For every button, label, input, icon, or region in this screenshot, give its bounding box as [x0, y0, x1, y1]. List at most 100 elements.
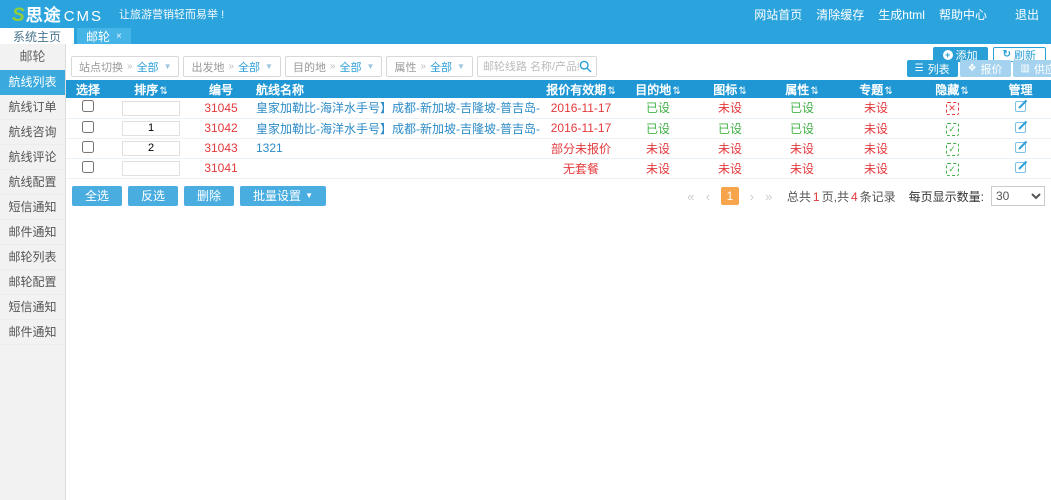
search-input[interactable]: [483, 61, 579, 73]
route-name-link[interactable]: 1321: [256, 141, 283, 155]
edit-icon[interactable]: [1014, 120, 1028, 134]
delete-button[interactable]: 删除: [184, 186, 234, 206]
cube-icon: ❖: [968, 63, 977, 74]
select-all-button[interactable]: 全选: [72, 186, 122, 206]
filter-value: 全部: [238, 59, 260, 75]
destination-filter[interactable]: 目的地 » 全部 ▼: [285, 56, 382, 77]
sidebar-item-route-orders[interactable]: 航线订单: [0, 95, 65, 120]
sort-arrows-icon[interactable]: ⇅: [884, 86, 892, 97]
route-name-link[interactable]: 皇家加勒比-海洋水手号】成都-新加坡-吉隆坡-普吉岛-新加坡-成都 5晚6日游: [256, 101, 540, 115]
site-switch-filter[interactable]: 站点切换 » 全部 ▼: [71, 56, 179, 77]
col-icon[interactable]: 图标⇅: [694, 80, 766, 98]
per-page-select[interactable]: 30: [991, 186, 1045, 206]
plus-circle-icon: +: [943, 50, 953, 60]
route-name-link[interactable]: 皇家加勒比-海洋水手号】成都-新加坡-吉隆坡-普吉岛-新加坡-成都 5晚6日游: [256, 122, 540, 136]
view-quote-button[interactable]: ❖ 报价: [960, 60, 1011, 77]
sort-input[interactable]: [122, 141, 180, 156]
route-table: 选择 排序⇅ 编号 航线名称 报价有效期⇅ 目的地⇅ 图标⇅ 属性⇅ 专题⇅ 隐…: [66, 80, 1051, 179]
view-supplier-button[interactable]: ▥ 供应商: [1013, 60, 1051, 77]
search-box: [477, 56, 597, 77]
departure-filter[interactable]: 出发地 » 全部 ▼: [183, 56, 280, 77]
hidden-toggle[interactable]: ✕: [946, 102, 959, 115]
last-page-icon[interactable]: »: [762, 189, 776, 204]
tab-system-home[interactable]: 系统主页: [0, 28, 74, 44]
sort-input[interactable]: [122, 161, 180, 176]
filter-value: 全部: [430, 59, 452, 75]
icon-cell: 未设: [694, 158, 766, 178]
edit-icon[interactable]: [1014, 99, 1028, 113]
sidebar-item-route-comments[interactable]: 航线评论: [0, 145, 65, 170]
table-row: 31045 皇家加勒比-海洋水手号】成都-新加坡-吉隆坡-普吉岛-新加坡-成都 …: [66, 98, 1051, 118]
row-checkbox[interactable]: [82, 121, 94, 133]
sidebar-item-email-notify[interactable]: 邮件通知: [0, 220, 65, 245]
sidebar-item-route-config[interactable]: 航线配置: [0, 170, 65, 195]
validity-cell: 部分未报价: [540, 138, 622, 158]
sidebar: 邮轮 航线列表 航线订单 航线咨询 航线评论 航线配置 短信通知 邮件通知 邮轮…: [0, 44, 66, 500]
col-hidden[interactable]: 隐藏⇅: [914, 80, 990, 98]
view-list-button[interactable]: ☰ 列表: [907, 60, 958, 77]
row-checkbox[interactable]: [82, 100, 94, 112]
sidebar-item-cruise-config[interactable]: 邮轮配置: [0, 270, 65, 295]
col-destination[interactable]: 目的地⇅: [622, 80, 694, 98]
top-link-logout[interactable]: 退出: [1015, 6, 1039, 23]
hidden-toggle[interactable]: ✓: [946, 163, 959, 176]
col-validity[interactable]: 报价有效期⇅: [540, 80, 622, 98]
col-attribute[interactable]: 属性⇅: [766, 80, 838, 98]
sidebar-item-route-inquiries[interactable]: 航线咨询: [0, 120, 65, 145]
edit-icon[interactable]: [1014, 140, 1028, 154]
batch-settings-label: 批量设置: [253, 186, 301, 206]
edit-icon[interactable]: [1014, 160, 1028, 174]
sort-arrows-icon[interactable]: ⇅: [672, 86, 680, 97]
tab-cruise[interactable]: 邮轮 ×: [77, 28, 131, 44]
sort-input[interactable]: [122, 121, 180, 136]
table-row: 31043 1321 部分未报价 未设 未设 未设 未设 ✓: [66, 138, 1051, 158]
route-code: 31041: [192, 158, 250, 178]
prev-page-icon[interactable]: ‹: [701, 189, 715, 204]
top-banner: S 思途 CMS 让旅游营销轻而易举 ! 网站首页 清除缓存 生成html 帮助…: [0, 0, 1051, 28]
sort-arrows-icon[interactable]: ⇅: [960, 86, 968, 97]
row-checkbox[interactable]: [82, 141, 94, 153]
col-topic[interactable]: 专题⇅: [838, 80, 914, 98]
tab-close-icon[interactable]: ×: [116, 31, 122, 42]
validity-cell: 无套餐: [540, 158, 622, 178]
sidebar-item-email-notify-2[interactable]: 邮件通知: [0, 320, 65, 345]
sort-arrows-icon[interactable]: ⇅: [810, 86, 818, 97]
sidebar-item-sms-notify[interactable]: 短信通知: [0, 195, 65, 220]
table-row: 31041 无套餐 未设 未设 未设 未设 ✓: [66, 158, 1051, 178]
attribute-cell: 未设: [766, 158, 838, 178]
search-icon[interactable]: [579, 60, 592, 73]
attribute-cell: 未设: [766, 138, 838, 158]
list-icon: ☰: [915, 63, 924, 74]
icon-cell: 已设: [694, 118, 766, 138]
filter-separator: »: [330, 61, 336, 72]
invert-selection-button[interactable]: 反选: [128, 186, 178, 206]
route-code: 31045: [192, 98, 250, 118]
next-page-icon[interactable]: ›: [745, 189, 759, 204]
sort-arrows-icon[interactable]: ⇅: [159, 86, 167, 97]
col-sort[interactable]: 排序⇅: [110, 80, 192, 98]
view-quote-label: 报价: [981, 61, 1003, 77]
attribute-filter[interactable]: 属性 » 全部 ▼: [386, 56, 472, 77]
top-link-clear-cache[interactable]: 清除缓存: [816, 6, 864, 23]
current-page-button[interactable]: 1: [721, 187, 739, 205]
sidebar-item-sms-notify-2[interactable]: 短信通知: [0, 295, 65, 320]
filter-value: 全部: [137, 59, 159, 75]
chevron-down-icon: ▼: [164, 62, 172, 71]
sort-arrows-icon[interactable]: ⇅: [738, 86, 746, 97]
sort-input[interactable]: [122, 101, 180, 116]
first-page-icon[interactable]: «: [684, 189, 698, 204]
view-toggle-group: ☰ 列表 ❖ 报价 ▥ 供应商: [907, 60, 1051, 77]
hidden-toggle[interactable]: ✓: [946, 123, 959, 136]
main-content: + 添加 ↻ 刷新 站点切换 » 全部 ▼: [66, 44, 1051, 500]
top-link-generate-html[interactable]: 生成html: [878, 6, 925, 23]
hidden-toggle[interactable]: ✓: [946, 143, 959, 156]
validity-cell: 2016-11-17: [540, 98, 622, 118]
per-page-label: 每页显示数量:: [909, 188, 984, 205]
sidebar-item-cruise-list[interactable]: 邮轮列表: [0, 245, 65, 270]
sidebar-item-route-list[interactable]: 航线列表: [0, 70, 65, 95]
row-checkbox[interactable]: [82, 161, 94, 173]
batch-settings-button[interactable]: 批量设置 ▼: [240, 186, 326, 206]
sort-arrows-icon[interactable]: ⇅: [607, 86, 615, 97]
top-link-site-home[interactable]: 网站首页: [754, 6, 802, 23]
top-link-help-center[interactable]: 帮助中心: [939, 6, 987, 23]
